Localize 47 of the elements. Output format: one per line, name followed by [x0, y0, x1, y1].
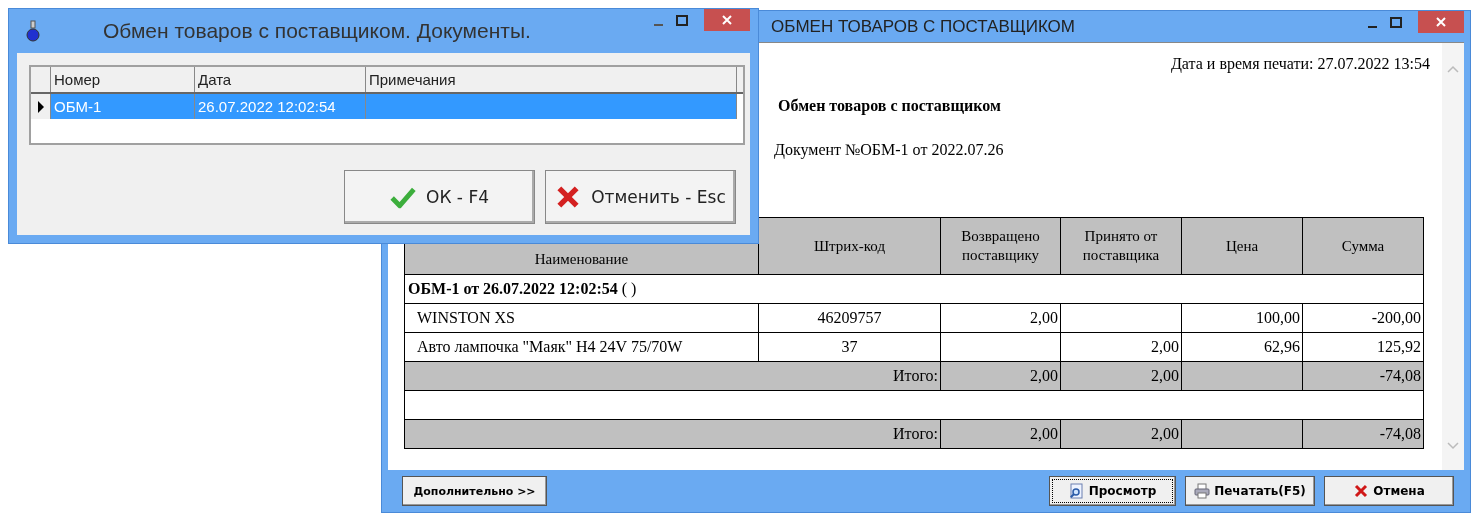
table-cell: 46209757	[758, 303, 941, 333]
document-number: Документ №ОБМ-1 от 2022.07.26	[774, 141, 1004, 159]
flask-icon	[25, 20, 41, 42]
printer-icon	[1194, 483, 1211, 499]
table-cell: 125,92	[1302, 332, 1424, 362]
column-header: Дата	[195, 67, 366, 92]
table-cell: WINSTON XS	[404, 303, 759, 333]
table-cell: 26.07.2022 12:02:54	[195, 94, 366, 119]
table-cell: 100,00	[1181, 303, 1303, 333]
column-header: Примечания	[366, 67, 737, 92]
table-cell: 2,00	[940, 361, 1061, 391]
print-time: Дата и время печати: 27.07.2022 13:54	[1169, 55, 1430, 73]
more-button[interactable]: Дополнительно >>	[402, 476, 547, 506]
total-label: Итого:	[404, 419, 941, 449]
column-header: Возвращено поставщику	[940, 217, 1061, 275]
window-title: ОБМЕН ТОВАРОВ С ПОСТАВЩИКОМ	[771, 16, 1075, 37]
table-cell: 62,96	[1181, 332, 1303, 362]
window-title: Обмен товаров с поставщиком. Документы.	[103, 19, 531, 43]
ok-button[interactable]: ОК - F4	[344, 170, 535, 224]
close-icon[interactable]	[704, 9, 750, 31]
cancel-button[interactable]: Отмена	[1324, 476, 1454, 506]
table-cell: 2,00	[1060, 332, 1182, 362]
column-header: Сумма	[1302, 217, 1424, 275]
print-button[interactable]: Печатать(F5)	[1185, 476, 1315, 506]
group-row: ОБМ-1 от 26.07.2022 12:02:54 ( )	[404, 274, 1424, 304]
total-label: Итого:	[404, 361, 941, 391]
table-cell: -74,08	[1302, 361, 1424, 391]
row-pointer-icon	[36, 99, 45, 114]
column-header: Принято от поставщика	[1060, 217, 1182, 275]
column-header: Цена	[1181, 217, 1303, 275]
report-heading: Обмен товаров с поставщиком	[778, 97, 1001, 115]
cancel-button[interactable]: Отменить - Esc	[545, 170, 736, 224]
close-icon[interactable]	[1418, 11, 1464, 33]
magnifier-icon	[1068, 483, 1085, 499]
table-cell: 37	[758, 332, 941, 362]
table-cell: 2,00	[1060, 419, 1182, 449]
cross-icon	[1353, 483, 1370, 499]
table-cell: 2,00	[1060, 361, 1182, 391]
column-header: Номер	[51, 67, 195, 92]
table-cell: ОБМ-1	[51, 94, 195, 119]
table-cell: -200,00	[1302, 303, 1424, 333]
table-cell: 2,00	[940, 419, 1061, 449]
table-cell: Авто лампочка "Маяк" H4 24V 75/70W	[404, 332, 759, 362]
table-cell: -74,08	[1302, 419, 1424, 449]
preview-button[interactable]: Просмотр	[1049, 476, 1176, 506]
table-cell: 2,00	[940, 303, 1061, 333]
column-header: Штрих-код	[758, 217, 941, 275]
